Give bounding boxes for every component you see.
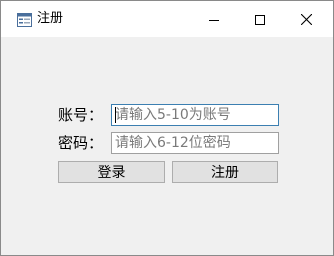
password-input[interactable] (111, 132, 279, 154)
maximize-icon (255, 10, 265, 29)
password-label: 密码： (58, 134, 104, 152)
register-window: 注册 账号： 密码： 登录 注册 (0, 0, 334, 256)
register-button[interactable]: 注册 (172, 161, 278, 183)
close-button[interactable] (283, 1, 329, 37)
form-window-icon (17, 12, 32, 27)
window-title: 注册 (37, 11, 64, 26)
text-caret (115, 107, 116, 123)
login-button[interactable]: 登录 (58, 161, 165, 183)
account-label: 账号： (58, 106, 104, 124)
account-input[interactable] (111, 104, 279, 126)
minimize-icon (209, 10, 219, 29)
title-bar[interactable]: 注册 (1, 1, 333, 37)
close-icon (300, 10, 312, 29)
minimize-button[interactable] (191, 1, 237, 37)
maximize-button[interactable] (237, 1, 283, 37)
